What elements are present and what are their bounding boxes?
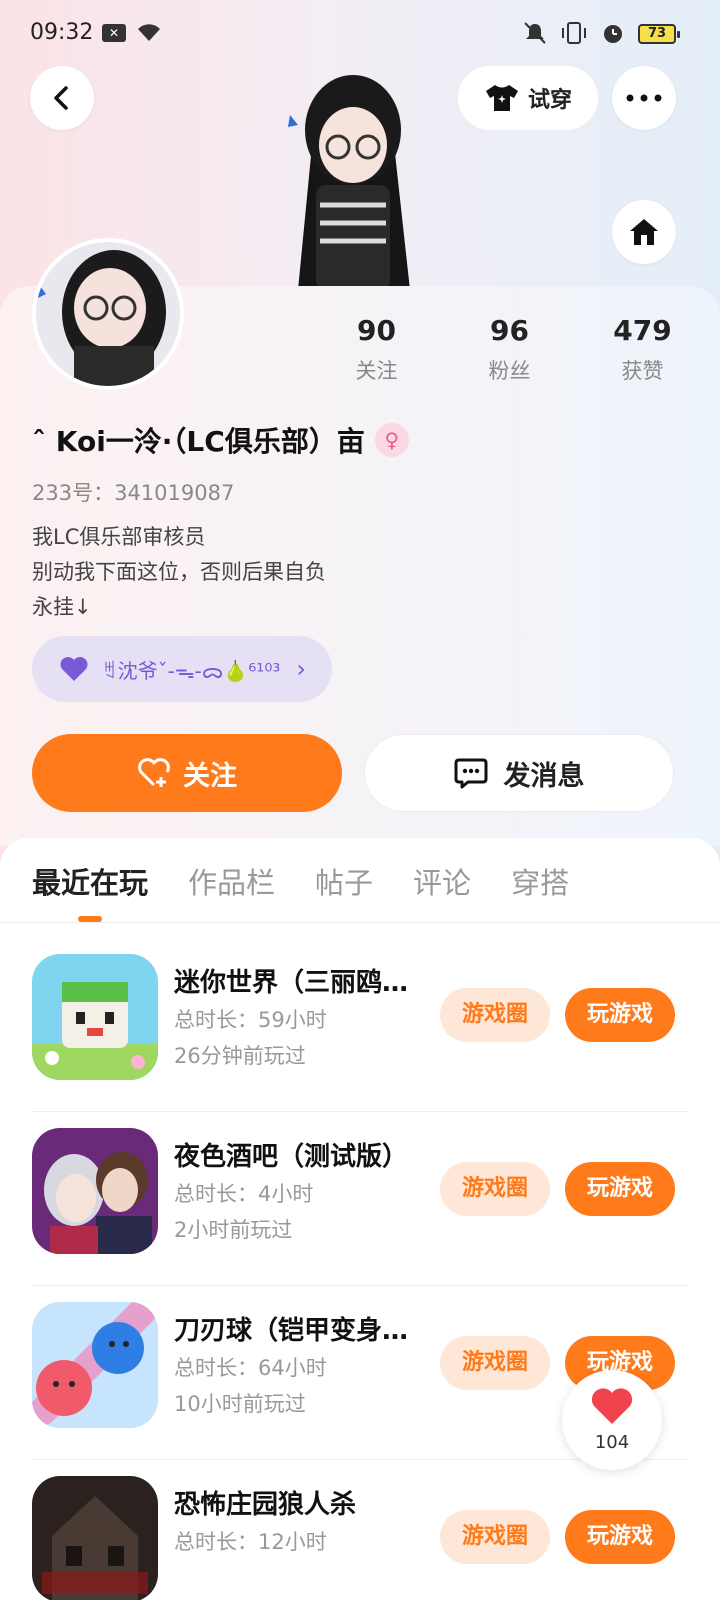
tab-comments[interactable]: 评论 [413, 860, 471, 902]
back-button[interactable] [30, 66, 94, 130]
more-button[interactable] [612, 66, 676, 130]
stat-label: 粉丝 [488, 359, 531, 383]
notification-icon: ✕ [102, 24, 126, 42]
username: ˆ Koi一泠·（LC俱乐部）亩 [32, 425, 365, 458]
divider [0, 922, 720, 923]
game-duration: 总时长：64小时 [174, 1356, 327, 1380]
game-icon[interactable] [32, 1302, 158, 1428]
follow-button[interactable]: 关注 [32, 734, 342, 812]
username-row: ˆ Koi一泠·（LC俱乐部）亩 ♀ [32, 420, 409, 460]
avatar-image [36, 242, 180, 386]
mute-icon [524, 22, 546, 44]
tab-bar: 最近在玩 作品栏 帖子 评论 穿搭 [32, 860, 569, 902]
game-icon[interactable] [32, 1128, 158, 1254]
game-icon[interactable] [32, 954, 158, 1080]
chevron-right-icon: › [296, 655, 306, 683]
vibrate-icon [562, 22, 586, 44]
stat-value: 90 [357, 314, 396, 347]
stat-value: 96 [490, 314, 529, 347]
game-row[interactable]: 迷你世界（三丽鸥… 总时长：59小时 26分钟前玩过 游戏圈 玩游戏 [32, 938, 688, 1112]
tab-posts[interactable]: 帖子 [315, 860, 373, 902]
stat-likes[interactable]: 479 获赞 [576, 314, 709, 385]
game-circle-button[interactable]: 游戏圈 [440, 1336, 550, 1390]
like-count: 104 [594, 1432, 630, 1453]
avatar[interactable] [32, 238, 184, 390]
female-gender-icon: ♀ [374, 423, 409, 457]
bio-line: 别动我下面这位，否则后果自负 [32, 560, 326, 584]
shirt-icon [485, 85, 518, 111]
message-label: 发消息 [503, 760, 585, 792]
avatar-figure [288, 75, 410, 290]
game-row[interactable]: 恐怖庄园狼人杀 总时长：12小时 游戏圈 玩游戏 [32, 1460, 688, 1600]
wifi-icon [136, 21, 162, 47]
bio: 我LC俱乐部审核员 别动我下面这位，否则后果自负 永挂↓ [32, 520, 326, 625]
game-duration: 总时长：4小时 [174, 1182, 314, 1206]
play-game-button[interactable]: 玩游戏 [565, 1510, 675, 1564]
game-duration: 总时长：59小时 [174, 1008, 327, 1032]
message-button[interactable]: 发消息 [364, 734, 674, 812]
stat-following[interactable]: 90 关注 [310, 314, 443, 385]
battery-icon: 73 [638, 24, 680, 44]
game-last-played: 10小时前玩过 [174, 1392, 306, 1416]
play-game-button[interactable]: 玩游戏 [565, 988, 675, 1042]
tab-recently-played[interactable]: 最近在玩 [32, 860, 148, 902]
stat-value: 479 [613, 314, 672, 347]
game-circle-button[interactable]: 游戏圈 [440, 1162, 550, 1216]
try-on-label: 试穿 [527, 88, 572, 113]
content-panel: 最近在玩 作品栏 帖子 评论 穿搭 迷你世界（三丽鸥… 总时长：59小时 26分… [0, 838, 720, 1600]
game-title: 迷你世界（三丽鸥… [174, 968, 409, 998]
bio-line: 我LC俱乐部审核员 [32, 525, 206, 549]
game-title: 恐怖庄园狼人杀 [174, 1490, 357, 1520]
stat-label: 关注 [355, 359, 398, 383]
more-dots-icon [626, 94, 662, 102]
chevron-left-icon [54, 86, 68, 110]
chat-bubble-icon [454, 758, 487, 789]
user-id: 233号：341019087 [32, 481, 235, 505]
stat-label: 获赞 [621, 359, 664, 383]
tab-outfits[interactable]: 穿搭 [511, 860, 569, 902]
game-title: 夜色酒吧（测试版） [174, 1142, 409, 1172]
game-circle-button[interactable]: 游戏圈 [440, 988, 550, 1042]
play-game-button[interactable]: 玩游戏 [565, 1162, 675, 1216]
tab-works[interactable]: 作品栏 [188, 860, 275, 902]
game-circle-button[interactable]: 游戏圈 [440, 1510, 550, 1564]
floating-like-button[interactable]: 104 [562, 1370, 662, 1470]
heart-plus-icon [138, 758, 170, 787]
game-row[interactable]: 夜色酒吧（测试版） 总时长：4小时 2小时前玩过 游戏圈 玩游戏 [32, 1112, 688, 1286]
stat-followers[interactable]: 96 粉丝 [443, 314, 576, 385]
relationship-badge[interactable]: ꒄ沈爷ˇ-ᯓ-ᯅ🍐⁶¹⁰³ › [32, 636, 332, 702]
game-title: 刀刃球（铠甲变身… [174, 1316, 409, 1346]
home-icon [630, 219, 658, 245]
game-last-played: 2小时前玩过 [174, 1218, 293, 1242]
game-duration: 总时长：12小时 [174, 1530, 327, 1554]
purple-heart-icon [60, 657, 88, 681]
red-heart-icon [591, 1388, 633, 1424]
status-icons [522, 20, 626, 46]
alarm-icon [604, 25, 622, 43]
game-last-played: 26分钟前玩过 [174, 1044, 306, 1068]
status-time: 09:32 [30, 20, 94, 45]
bio-line: 永挂↓ [32, 595, 92, 619]
game-icon[interactable] [32, 1476, 158, 1600]
try-on-button[interactable]: 试穿 [458, 66, 598, 130]
home-button[interactable] [612, 200, 676, 264]
profile-page: 09:32 ✕ 73 试穿 90 关注 96 粉丝 479 获赞 ˆ Koi一泠… [0, 0, 720, 1600]
follow-label: 关注 [183, 760, 237, 792]
profile-stats: 90 关注 96 粉丝 479 获赞 [310, 314, 710, 385]
badge-text: ꒄ沈爷ˇ-ᯓ-ᯅ🍐⁶¹⁰³ [102, 658, 281, 683]
